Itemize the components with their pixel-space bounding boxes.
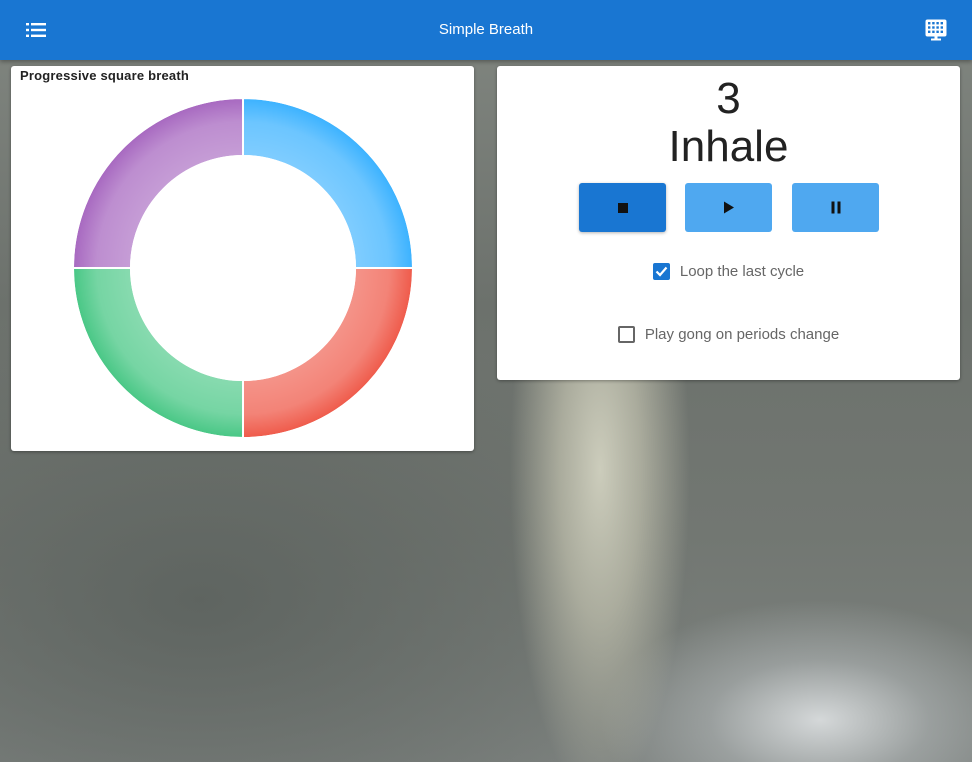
checkmark-icon — [655, 266, 668, 277]
breath-control-card: 3 Inhale Loop the last cycle Play gong o… — [497, 66, 960, 380]
keypad-grid-icon — [925, 19, 947, 41]
app-title: Simple Breath — [438, 21, 534, 38]
play-button[interactable] — [685, 183, 772, 232]
stop-button[interactable] — [579, 183, 666, 232]
gong-checkbox[interactable] — [617, 326, 635, 343]
loop-label[interactable]: Loop the last cycle — [680, 263, 804, 280]
donut-slice-highlight — [71, 96, 244, 269]
donut-slice-highlight — [242, 96, 415, 269]
breath-donut-chart — [71, 96, 415, 440]
donut-slice-highlight — [71, 267, 244, 440]
gong-label[interactable]: Play gong on periods change — [645, 326, 839, 343]
gong-option: Play gong on periods change — [497, 326, 960, 343]
pause-icon — [831, 201, 840, 214]
pause-button[interactable] — [792, 183, 879, 232]
grid-button[interactable] — [918, 12, 954, 48]
app-bar: Simple Breath — [0, 0, 972, 60]
breath-phase-label: Inhale — [668, 122, 789, 171]
loop-option: Loop the last cycle — [497, 263, 960, 280]
breath-chart-card: Progressive square breath — [11, 66, 474, 451]
breath-counter: 3 — [716, 74, 741, 123]
donut-slice-highlight — [242, 267, 415, 440]
loop-checkbox[interactable] — [652, 263, 670, 280]
play-icon — [723, 201, 734, 214]
stop-icon — [617, 202, 628, 213]
